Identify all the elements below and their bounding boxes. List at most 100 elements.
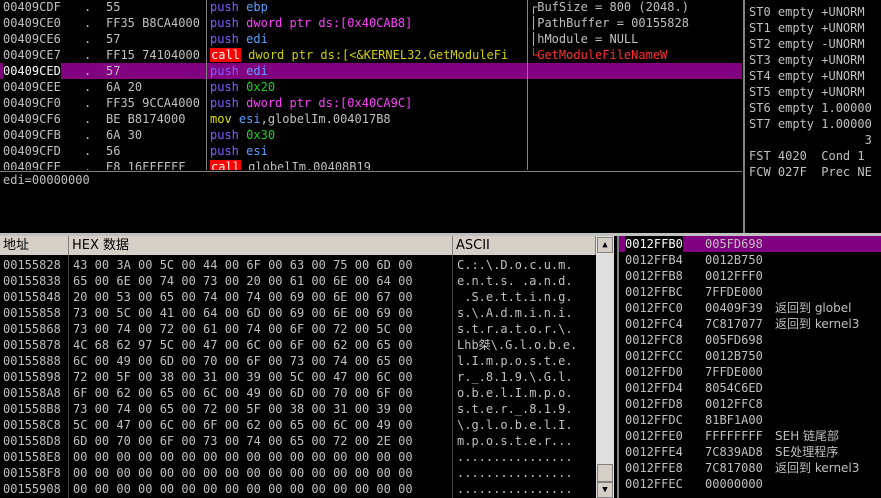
disasm-opcode: push (210, 64, 239, 78)
fpu-register-row[interactable]: ST6 empty 1.00000 (749, 100, 872, 116)
fpu-register-row[interactable]: ST7 empty 1.00000 (749, 116, 872, 132)
dump-row[interactable]: 001558E8 00 00 00 00 00 00 00 00 00 00 00… (0, 449, 596, 465)
dump-address: 001558D8 (3, 434, 61, 448)
dump-hex: 00 00 00 00 00 00 00 00 00 00 00 00 00 0… (73, 482, 413, 496)
stack-row[interactable]: 0012FFB8 0012FFF0 (619, 268, 881, 284)
disasm-row[interactable]: 00409CF6. BE B8174000 mov esi,globelIm.004… (0, 111, 742, 127)
stack-pane[interactable]: 0012FFB0 005FD698 0012FFB4 0012B750 0012FFB8… (617, 236, 881, 498)
disasm-row[interactable]: 00409CED. 57 push edi (0, 63, 742, 79)
disasm-column-divider[interactable] (527, 0, 528, 170)
dump-row[interactable]: 00155878 4C 68 62 97 5C 00 47 00 6C 00 6F… (0, 337, 596, 353)
dump-ascii: r._.8.1.9.\.G.l. (457, 370, 573, 384)
disasm-comment: └GetModuleFileNameW (530, 48, 668, 62)
disassembly-pane[interactable]: 00409CDF. 55 push ebp 00409CE0. FF35 B8CA400… (0, 0, 742, 170)
stack-address: 0012FFD4 (625, 381, 683, 395)
dump-scrollbar[interactable]: ▲ ▼ (596, 236, 614, 498)
scroll-thumb[interactable] (597, 464, 613, 482)
fpu-register-row[interactable]: FST 4020 Cond 1 (749, 148, 865, 164)
dump-row[interactable]: 00155828 43 00 3A 00 5C 00 44 00 6F 00 63… (0, 257, 596, 273)
stack-row[interactable]: 0012FFEC 00000000 (619, 476, 881, 492)
stack-row[interactable]: 0012FFC4 7C817077 返回到 kernel3 (619, 316, 881, 332)
stack-value: 7C817080 (705, 461, 763, 475)
stack-row[interactable]: 0012FFB4 0012B750 (619, 252, 881, 268)
dump-row[interactable]: 00155888 6C 00 49 00 6D 00 70 00 6F 00 73… (0, 353, 596, 369)
dump-row[interactable]: 001558B8 73 00 74 00 65 00 72 00 5F 00 38… (0, 401, 596, 417)
stack-row[interactable]: 0012FFC8 005FD698 (619, 332, 881, 348)
disasm-instruction: push dword ptr ds:[0x40CA9C] (210, 95, 412, 111)
dump-header-hex[interactable]: HEX 数据 (69, 236, 453, 255)
dump-ascii: ................ (457, 482, 573, 496)
disasm-bytes: 6A 20 (106, 80, 143, 94)
disasm-address: 00409CE0 (3, 16, 61, 30)
stack-row[interactable]: 0012FFE4 7C839AD8 SE处理程序 (619, 444, 881, 460)
stack-address: 0012FFD0 (625, 365, 683, 379)
dump-header-address[interactable]: 地址 (0, 236, 69, 255)
dump-row[interactable]: 00155898 72 00 5F 00 38 00 31 00 39 00 5C… (0, 369, 596, 385)
stack-row[interactable]: 0012FFC0 00409F39 返回到 globel (619, 300, 881, 316)
stack-row[interactable]: 0012FFE8 7C817080 返回到 kernel3 (619, 460, 881, 476)
dump-hex: 6F 00 62 00 65 00 6C 00 49 00 6D 00 70 0… (73, 386, 413, 400)
dump-row[interactable]: 00155858 73 00 5C 00 41 00 64 00 6D 00 69… (0, 305, 596, 321)
fpu-register-row[interactable]: 3 (749, 132, 872, 148)
fpu-register-row[interactable]: ST0 empty +UNORM (749, 4, 865, 20)
disasm-operand: 0x30 (246, 128, 276, 142)
fpu-register-row[interactable]: ST4 empty +UNORM (749, 68, 865, 84)
registers-pane[interactable]: ST0 empty +UNORM ST1 empty +UNORM ST2 empt… (743, 0, 881, 233)
scroll-up-icon[interactable]: ▲ (597, 237, 613, 253)
dump-row[interactable]: 00155848 20 00 53 00 65 00 74 00 74 00 69… (0, 289, 596, 305)
disasm-row[interactable]: 00409CFD. 56 push esi (0, 143, 742, 159)
disasm-address: 00409CF6 (3, 112, 61, 126)
stack-row[interactable]: 0012FFCC 0012B750 (619, 348, 881, 364)
dump-ascii: s.\.A.d.m.i.n.i. (457, 306, 573, 320)
dump-address: 001558B8 (3, 402, 61, 416)
dump-row[interactable]: 001558C8 5C 00 47 00 6C 00 6F 00 62 00 65… (0, 417, 596, 433)
disasm-instruction: push edi (210, 31, 268, 47)
stack-row[interactable]: 0012FFDC 81BF1A00 (619, 412, 881, 428)
stack-row[interactable]: 0012FFD8 0012FFC8 (619, 396, 881, 412)
fpu-register-row[interactable]: ST1 empty +UNORM (749, 20, 865, 36)
stack-comment: 返回到 globel (775, 301, 852, 315)
disasm-row[interactable]: 00409CEE. 6A 20 push 0x20 (0, 79, 742, 95)
stack-row[interactable]: 0012FFD0 7FFDE000 (619, 364, 881, 380)
info-pane: edi=00000000 (0, 171, 742, 234)
disasm-column-divider[interactable] (206, 0, 207, 170)
disasm-row[interactable]: 00409CFB. 6A 30 push 0x30 (0, 127, 742, 143)
disasm-address: 00409CEE (3, 80, 61, 94)
dump-header-ascii[interactable]: ASCII (453, 236, 596, 255)
stack-address: 0012FFC8 (625, 333, 683, 347)
fpu-register-row[interactable]: ST5 empty +UNORM (749, 84, 865, 100)
disasm-opcode: push (210, 128, 239, 142)
disasm-address: 00409CFB (3, 128, 61, 142)
stack-address: 0012FFDC (625, 413, 683, 427)
disasm-operand: edi (246, 64, 268, 78)
dump-row[interactable]: 00155838 65 00 6E 00 74 00 73 00 20 00 61… (0, 273, 596, 289)
dump-row[interactable]: 001558D8 6D 00 70 00 6F 00 73 00 74 00 65… (0, 433, 596, 449)
stack-value: 00000000 (705, 477, 763, 491)
dump-hex: 73 00 74 00 65 00 72 00 5F 00 38 00 31 0… (73, 402, 413, 416)
scroll-down-icon[interactable]: ▼ (597, 482, 613, 498)
fpu-register-row[interactable]: ST2 empty -UNORM (749, 36, 865, 52)
dump-row[interactable]: 00155868 73 00 74 00 72 00 61 00 74 00 6F… (0, 321, 596, 337)
disasm-row[interactable]: 00409CF0. FF35 9CCA4000 push dword ptr ds:… (0, 95, 742, 111)
disasm-instruction: push dword ptr ds:[0x40CAB8] (210, 15, 412, 31)
memory-dump-pane[interactable]: 地址 HEX 数据 ASCII 00155828 43 00 3A 00 5C 0… (0, 236, 614, 498)
dump-row[interactable]: 001558A8 6F 00 62 00 65 00 6C 00 49 00 6D… (0, 385, 596, 401)
dump-hex: 4C 68 62 97 5C 00 47 00 6C 00 6F 00 62 0… (73, 338, 413, 352)
disasm-instruction: push esi (210, 143, 268, 159)
disasm-operand: edi (246, 32, 268, 46)
disasm-operand: dword ptr ds:[0x40CA9C] (246, 96, 413, 110)
disasm-opcode: call (210, 160, 241, 170)
dump-ascii: m.p.o.s.t.e.r... (457, 434, 573, 448)
dump-row[interactable]: 00155908 00 00 00 00 00 00 00 00 00 00 00… (0, 481, 596, 497)
fpu-register-row[interactable]: FCW 027F Prec NE (749, 164, 872, 180)
disasm-row[interactable]: 00409CFE. E8 16FFFFFF call globelIm.00408B… (0, 159, 742, 170)
dump-row[interactable]: 001558F8 00 00 00 00 00 00 00 00 00 00 00… (0, 465, 596, 481)
stack-row[interactable]: 0012FFBC 7FFDE000 (619, 284, 881, 300)
fpu-register-row[interactable]: ST3 empty +UNORM (749, 52, 865, 68)
disasm-opcode: push (210, 80, 239, 94)
stack-row[interactable]: 0012FFE0 FFFFFFFF SEH 链尾部 (619, 428, 881, 444)
stack-address: 0012FFE4 (625, 445, 683, 459)
stack-row[interactable]: 0012FFB0 005FD698 (619, 236, 881, 252)
stack-row[interactable]: 0012FFD4 8054C6ED (619, 380, 881, 396)
disasm-instruction: push 0x30 (210, 127, 275, 143)
